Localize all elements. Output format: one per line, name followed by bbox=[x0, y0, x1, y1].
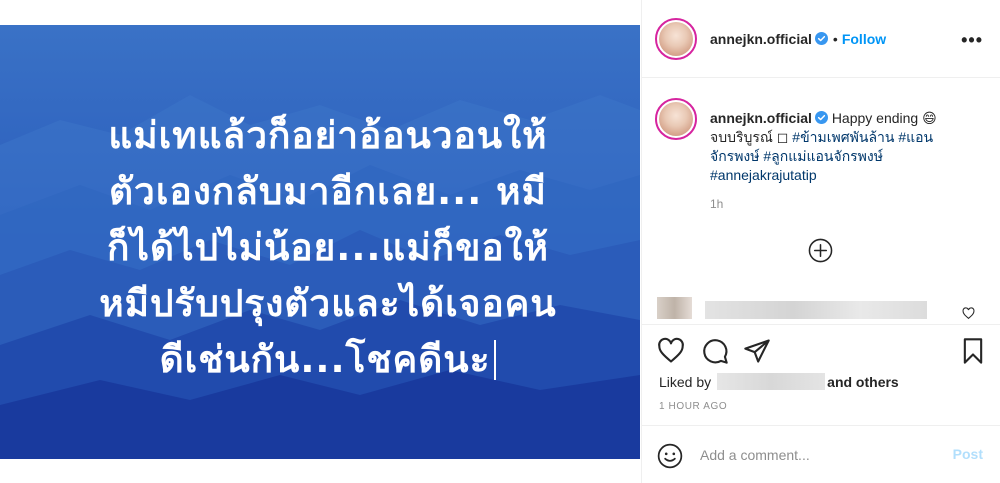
post-comment-button[interactable]: Post bbox=[953, 446, 983, 462]
image-caption-line: ก็ได้ไปไม่น้อย...แม่ก็ขอให้ bbox=[106, 226, 550, 269]
text-cursor bbox=[494, 340, 497, 380]
caption-time[interactable]: 1h bbox=[710, 197, 723, 211]
bottom-spacer bbox=[0, 459, 640, 483]
verified-badge-icon bbox=[814, 111, 828, 124]
redacted-comment bbox=[705, 301, 927, 319]
image-caption-line: หมีปรับปรุงตัวและได้เจอคน bbox=[99, 282, 557, 325]
image-caption-line: ดีเช่นกัน...โชคดีนะ bbox=[38, 332, 618, 388]
caption-comment: annejkn.official Happy ending 😄 จบบริบูร… bbox=[642, 79, 1000, 284]
avatar[interactable] bbox=[655, 18, 697, 60]
post-timestamp[interactable]: 1 HOUR AGO bbox=[659, 401, 727, 412]
load-more-comments-icon[interactable] bbox=[808, 238, 833, 263]
like-heart-icon[interactable] bbox=[657, 337, 685, 365]
hashtag-link-continued[interactable]: จักรพงษ์ bbox=[710, 148, 760, 164]
more-options-icon[interactable]: ••• bbox=[961, 30, 983, 51]
add-comment-bar: Post bbox=[642, 425, 1000, 483]
post-image[interactable]: แม่เทแล้วก็อย่าอ้อนวอนให้ ตัวเองกลับมาอี… bbox=[0, 25, 640, 459]
save-bookmark-icon[interactable] bbox=[959, 337, 987, 365]
post-header: annejkn.official • Follow ••• bbox=[642, 0, 1000, 78]
post-actions bbox=[642, 324, 1000, 378]
hashtag-link[interactable]: #annejakrajutatip bbox=[710, 167, 817, 183]
image-caption-line: ตัวเองกลับมาอีกเลย... หมี bbox=[109, 170, 547, 213]
top-spacer bbox=[0, 0, 640, 25]
caption-text: annejkn.official Happy ending 😄 จบบริบูร… bbox=[710, 109, 988, 185]
likes-summary[interactable]: Liked by and others bbox=[659, 373, 899, 390]
image-caption-line-text: ดีเช่นกัน...โชคดีนะ bbox=[159, 338, 491, 381]
hashtag-link[interactable]: #แอน bbox=[898, 129, 933, 145]
header-username[interactable]: annejkn.official bbox=[710, 31, 812, 47]
redacted-liker bbox=[717, 373, 826, 390]
caption-message: Happy ending 😄 bbox=[831, 110, 937, 126]
redacted-avatar bbox=[657, 297, 692, 319]
comment-input[interactable] bbox=[700, 443, 930, 467]
hashtag-link[interactable]: #ลูกแม่แอนจักรพงษ์ bbox=[763, 148, 883, 164]
instagram-post-view: แม่เทแล้วก็อย่าอ้อนวอนให้ ตัวเองกลับมาอี… bbox=[0, 0, 1000, 483]
caption-message-line2: จบบริบูรณ์ ◻ bbox=[710, 129, 793, 145]
verified-badge-icon bbox=[814, 32, 828, 45]
likes-prefix: Liked by bbox=[659, 374, 712, 390]
follow-button[interactable]: Follow bbox=[842, 31, 886, 47]
emoji-smiley-icon[interactable] bbox=[657, 443, 683, 469]
avatar[interactable] bbox=[655, 98, 697, 140]
like-comment-heart-icon[interactable] bbox=[962, 307, 975, 320]
comment-bubble-icon[interactable] bbox=[701, 337, 729, 365]
avatar-photo bbox=[659, 22, 693, 56]
post-side-panel: annejkn.official • Follow ••• annejkn.offi… bbox=[641, 0, 1000, 483]
image-caption-text: แม่เทแล้วก็อย่าอ้อนวอนให้ ตัวเองกลับมาอี… bbox=[38, 108, 618, 388]
hashtag-link[interactable]: #ข้ามเพศพันล้าน bbox=[792, 129, 894, 145]
share-paper-plane-icon[interactable] bbox=[743, 337, 771, 365]
caption-username[interactable]: annejkn.official bbox=[710, 110, 812, 126]
header-user: annejkn.official • Follow bbox=[710, 31, 886, 49]
likes-suffix[interactable]: and others bbox=[827, 374, 899, 390]
image-caption-line: แม่เทแล้วก็อย่าอ้อนวอนให้ bbox=[108, 114, 548, 157]
separator-dot: • bbox=[832, 31, 838, 47]
comment-row bbox=[642, 284, 1000, 324]
avatar-photo bbox=[659, 102, 693, 136]
